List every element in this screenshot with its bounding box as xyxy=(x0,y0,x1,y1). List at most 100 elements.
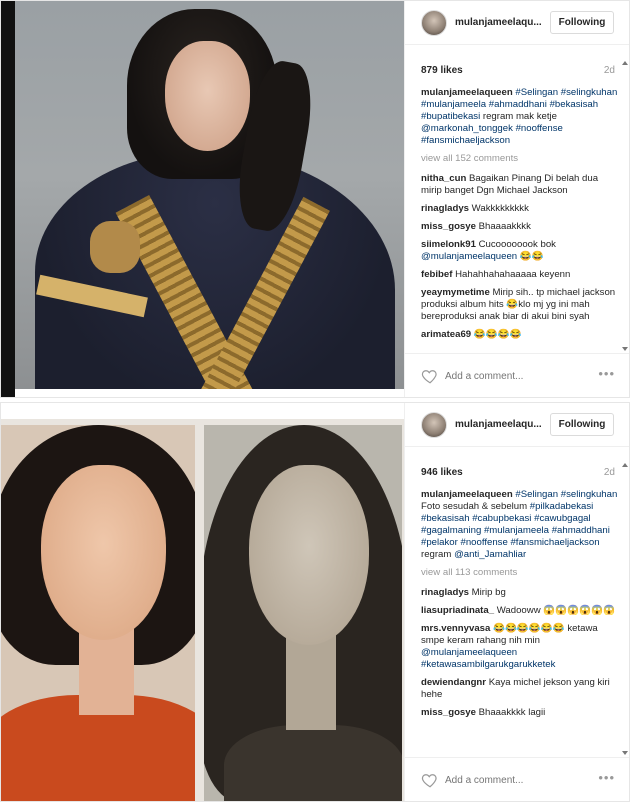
hashtag-link[interactable]: #gagalmaning xyxy=(421,525,481,536)
hashtag-link[interactable]: #nooffense xyxy=(516,123,563,134)
scroll-down-arrow-icon[interactable] xyxy=(622,347,628,351)
hashtag-link[interactable]: #bekasisah xyxy=(550,99,599,110)
post-image[interactable] xyxy=(1,1,404,397)
comments-list: mulanjameelaqueen #Selingan #selingkuhan… xyxy=(421,87,619,351)
post-footer: ••• xyxy=(405,757,629,801)
comment-text: regram mak ketje xyxy=(480,111,557,122)
heart-icon[interactable] xyxy=(421,771,439,789)
add-comment-input[interactable] xyxy=(445,368,585,384)
comment-username[interactable]: yeaymymetime xyxy=(421,287,490,298)
comment-text: Wakkkkkkkkk xyxy=(471,203,529,214)
comment-text: Foto sesudah & sebelum xyxy=(421,501,530,512)
comments-scrollbar[interactable] xyxy=(622,61,628,351)
comment-text: Bhaaaakkkk xyxy=(478,221,531,232)
mention-link[interactable]: @mulanjameelaqueen xyxy=(421,251,517,262)
view-all-comments-link[interactable]: view all 113 comments xyxy=(421,567,619,579)
more-options-icon[interactable]: ••• xyxy=(598,366,615,381)
instagram-post: mulanjameelaqu... Following 879 likes 2d… xyxy=(0,0,630,398)
mention-link[interactable]: @mulanjameelaqueen xyxy=(421,647,517,658)
comment-username[interactable]: mrs.vennyvasa xyxy=(421,623,490,634)
hashtag-link[interactable]: #ketawasambilgarukgarukketek xyxy=(421,659,555,670)
hashtag-link[interactable]: #Selingan xyxy=(515,87,558,98)
comment-text: Bhaaakkkk lagii xyxy=(478,707,546,718)
caption: mulanjameelaqueen #Selingan #selingkuhan… xyxy=(421,87,619,147)
comment-item: mrs.vennyvasa 😂😂😂😂😂😂 ketawa smpe keram r… xyxy=(421,623,619,671)
mention-link[interactable]: @markonah_tonggek xyxy=(421,123,513,134)
comment-item: miss_gosye Bhaaakkkk lagii xyxy=(421,707,619,719)
hashtag-link[interactable]: #mulanjameela xyxy=(484,525,549,536)
image-left-border xyxy=(1,1,15,397)
comment-username[interactable]: miss_gosye xyxy=(421,707,476,718)
scroll-up-arrow-icon[interactable] xyxy=(622,61,628,65)
comment-item: siimelonk91 Cucoooooook bok @mulanjameel… xyxy=(421,239,619,263)
comment-text: regram xyxy=(421,549,455,560)
post-image[interactable] xyxy=(1,403,404,801)
photo-performer-portrait xyxy=(15,1,404,389)
likes-count[interactable]: 946 likes xyxy=(421,467,463,478)
mention-link[interactable]: @anti_Jamahliar xyxy=(454,549,526,560)
username-link[interactable]: mulanjameelaqu... xyxy=(455,17,542,28)
hashtag-link[interactable]: #ahmaddhani xyxy=(489,99,547,110)
hashtag-link[interactable]: #nooffense xyxy=(460,537,507,548)
hashtag-link[interactable]: #cabupbekasi xyxy=(472,513,531,524)
comments-scrollbar[interactable] xyxy=(622,463,628,755)
caption-username[interactable]: mulanjameelaqueen xyxy=(421,87,513,98)
post-age: 2d xyxy=(603,65,615,76)
hashtag-link[interactable]: #fansmichaeljackson xyxy=(421,135,510,146)
comment-username[interactable]: dewiendangnr xyxy=(421,677,486,688)
username-link[interactable]: mulanjameelaqu... xyxy=(455,419,542,430)
comment-item: liasupriadinata_ Wadooww 😱😱😱😱😱😱 xyxy=(421,605,619,617)
hashtag-link[interactable]: #selingkuhan xyxy=(561,489,618,500)
hashtag-link[interactable]: #mulanjameela xyxy=(421,99,486,110)
comment-item: nitha_cun Bagaikan Pinang Di belah dua m… xyxy=(421,173,619,197)
hashtag-link[interactable]: #pilkadabekasi xyxy=(530,501,593,512)
scroll-down-arrow-icon[interactable] xyxy=(622,751,628,755)
heart-icon[interactable] xyxy=(421,367,439,385)
hashtag-link[interactable]: #pelakor xyxy=(421,537,458,548)
comment-username[interactable]: rinagladys xyxy=(421,587,469,598)
comment-username[interactable]: rinagladys xyxy=(421,203,469,214)
hashtag-link[interactable]: #fansmichaeljackson xyxy=(510,537,599,548)
post-side-panel: mulanjameelaqu... Following 879 likes 2d… xyxy=(404,1,629,397)
hashtag-link[interactable]: #bekasisah xyxy=(421,513,470,524)
following-button[interactable]: Following xyxy=(550,413,614,436)
caption-username[interactable]: mulanjameelaqueen xyxy=(421,489,513,500)
comment-item: dewiendangnr Kaya michel jekson yang kir… xyxy=(421,677,619,701)
hashtag-link[interactable]: #bupatibekasi xyxy=(421,111,480,122)
post-age: 2d xyxy=(603,467,615,478)
following-button[interactable]: Following xyxy=(550,11,614,34)
comment-username[interactable]: nitha_cun xyxy=(421,173,466,184)
caption: mulanjameelaqueen #Selingan #selingkuhan… xyxy=(421,489,619,561)
hashtag-link[interactable]: #Selingan xyxy=(515,489,558,500)
comment-item: yeaymymetime Mirip sih.. tp michael jack… xyxy=(421,287,619,323)
comment-item: rinagladys Mirip bg xyxy=(421,587,619,599)
comment-text: 😂😂😂😂 xyxy=(473,329,522,340)
post-side-panel: mulanjameelaqu... Following 946 likes 2d… xyxy=(404,403,629,801)
comment-item: febibef Hahahhahahaaaaa keyenn xyxy=(421,269,619,281)
comment-username[interactable]: liasupriadinata_ xyxy=(421,605,494,616)
photo-left-portrait xyxy=(1,425,195,801)
comment-text: Mirip bg xyxy=(471,587,506,598)
post-header: mulanjameelaqu... Following xyxy=(405,403,629,447)
more-options-icon[interactable]: ••• xyxy=(598,770,615,785)
view-all-comments-link[interactable]: view all 152 comments xyxy=(421,153,619,165)
likes-count[interactable]: 879 likes xyxy=(421,65,463,76)
avatar[interactable] xyxy=(421,412,447,438)
comment-text: Wadooww 😱😱😱😱😱😱 xyxy=(496,605,615,616)
avatar[interactable] xyxy=(421,10,447,36)
comment-item: miss_gosye Bhaaaakkkk xyxy=(421,221,619,233)
comment-username[interactable]: miss_gosye xyxy=(421,221,476,232)
scroll-up-arrow-icon[interactable] xyxy=(622,463,628,467)
post-header: mulanjameelaqu... Following xyxy=(405,1,629,45)
comment-item: rinagladys Wakkkkkkkkk xyxy=(421,203,619,215)
comment-item: arimatea69 😂😂😂😂 xyxy=(421,329,619,341)
comment-text: Hahahhahahaaaaa keyenn xyxy=(455,269,571,280)
comment-username[interactable]: febibef xyxy=(421,269,452,280)
hashtag-link[interactable]: #ahmaddhani xyxy=(552,525,610,536)
add-comment-input[interactable] xyxy=(445,772,585,788)
comments-list: mulanjameelaqueen #Selingan #selingkuhan… xyxy=(421,489,619,755)
hashtag-link[interactable]: #selingkuhan xyxy=(561,87,618,98)
hashtag-link[interactable]: #cawubgagal xyxy=(534,513,591,524)
comment-username[interactable]: siimelonk91 xyxy=(421,239,476,250)
comment-username[interactable]: arimatea69 xyxy=(421,329,471,340)
